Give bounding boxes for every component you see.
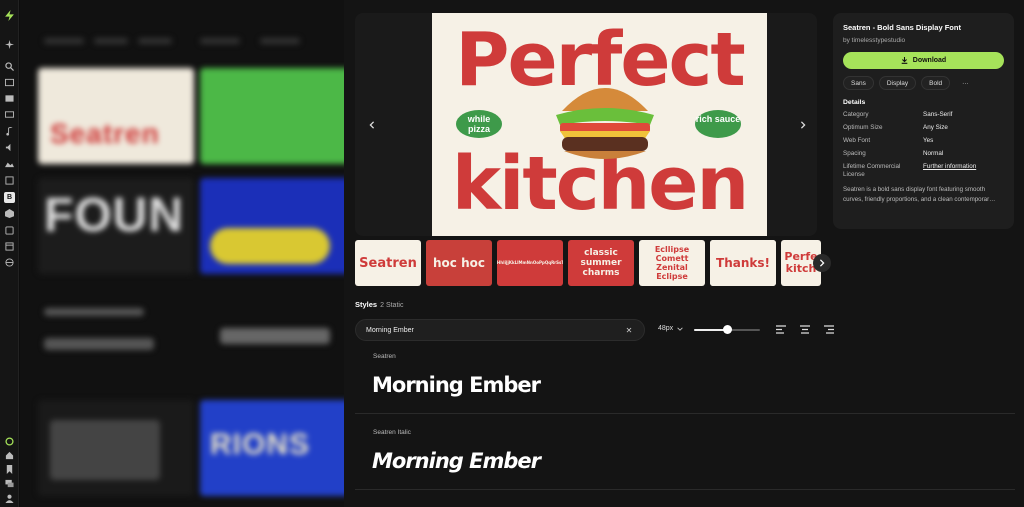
- status-ring-icon[interactable]: [4, 436, 15, 447]
- thumbnails-next-button[interactable]: [813, 254, 831, 272]
- video-icon[interactable]: [4, 93, 15, 104]
- burger-illustration: [556, 88, 654, 159]
- home-icon[interactable]: [4, 450, 15, 461]
- detail-value: Sans-Serif: [923, 111, 953, 118]
- account-icon[interactable]: [4, 493, 15, 504]
- background-font-grid: Seatren FOUN RIONS: [20, 0, 344, 507]
- pill-left: while pizza: [456, 110, 502, 138]
- size-select[interactable]: 48px: [658, 325, 683, 332]
- bg-tile-text: FOUN: [44, 189, 184, 242]
- font-title: Seatren - Bold Sans Display Font: [843, 23, 961, 32]
- carousel-prev-button[interactable]: [365, 118, 379, 132]
- app-logo-icon[interactable]: [4, 10, 15, 21]
- preview-image: Perfect kitchen while pizza rich sauce: [432, 13, 767, 236]
- chevron-left-icon: [369, 121, 375, 129]
- presentation-icon[interactable]: [4, 175, 15, 186]
- size-slider[interactable]: [694, 325, 760, 334]
- align-center-icon: [799, 324, 810, 334]
- align-right-button[interactable]: [823, 324, 834, 334]
- detail-row: Spacing Normal: [843, 150, 1004, 158]
- style-sample: Morning Ember: [372, 449, 541, 473]
- thumbnail[interactable]: classic summer charms: [568, 240, 634, 286]
- bookmark-icon[interactable]: [4, 464, 15, 475]
- detail-key: Web Font: [843, 137, 871, 144]
- thumbnail[interactable]: hoc hoc: [426, 240, 492, 286]
- clear-icon[interactable]: ✕: [624, 325, 634, 335]
- detail-key: Lifetime Commercial License: [843, 163, 901, 178]
- align-center-button[interactable]: [799, 324, 810, 334]
- detail-row: Lifetime Commercial License Further infor…: [843, 163, 1004, 179]
- align-left-icon: [775, 324, 786, 334]
- detail-value: Normal: [923, 150, 944, 157]
- font-description: Seatren is a bold sans display font feat…: [843, 186, 996, 203]
- tag-sans[interactable]: Sans: [843, 76, 874, 90]
- size-slider-handle[interactable]: [723, 325, 732, 334]
- fonts-icon[interactable]: B: [4, 192, 15, 203]
- photo-icon[interactable]: [4, 77, 15, 88]
- music-icon[interactable]: [4, 126, 15, 137]
- font-author[interactable]: by timelesstypestudio: [843, 37, 1004, 44]
- add-ons-icon[interactable]: [4, 225, 15, 236]
- align-left-button[interactable]: [775, 324, 786, 334]
- style-row[interactable]: Seatren Morning Ember: [355, 346, 1015, 414]
- pill-right: rich sauce: [695, 110, 741, 138]
- font-info-panel: Seatren - Bold Sans Display Font by time…: [833, 13, 1014, 229]
- app-window: B Seatren FOUN RIONS Perfect kitchen whi…: [0, 0, 1024, 507]
- tag-bold[interactable]: Bold: [921, 76, 951, 90]
- left-sidebar: B: [0, 0, 19, 507]
- web-templates-icon[interactable]: [4, 241, 15, 252]
- tag-list: Sans Display Bold ···: [843, 76, 1004, 90]
- align-right-icon: [823, 324, 834, 334]
- styles-heading: Styles: [355, 300, 378, 309]
- bg-tile-text: Seatren: [50, 118, 160, 149]
- chat-icon[interactable]: [4, 478, 15, 489]
- chevron-right-icon: [819, 259, 825, 267]
- graphics-icon[interactable]: [4, 158, 15, 169]
- preview-text-value[interactable]: Morning Ember: [366, 327, 624, 334]
- download-label: Download: [912, 57, 947, 64]
- more-tags-button[interactable]: ···: [955, 76, 976, 90]
- detail-row: Optimum Size Any Size: [843, 124, 1004, 132]
- chevron-right-icon: [800, 121, 806, 129]
- 3d-icon[interactable]: [4, 208, 15, 219]
- details-list: Category Sans-Serif Optimum Size Any Size …: [843, 111, 1004, 179]
- template-icon[interactable]: [4, 109, 15, 120]
- thumbnail[interactable]: Ecllipse Comett Zenital Eclipse: [639, 240, 705, 286]
- styles-header: Styles 2 Static: [355, 300, 403, 309]
- detail-value: Any Size: [923, 124, 948, 131]
- thumbnail[interactable]: Seatren: [355, 240, 421, 286]
- thumbnail[interactable]: AaBbCcDdEeFfGgHhIiJjKkLlMmNnOoPpQqRrSsTt…: [497, 240, 563, 286]
- carousel-next-button[interactable]: [796, 118, 810, 132]
- download-button[interactable]: Download: [843, 52, 1004, 69]
- chevron-down-icon: [677, 327, 683, 331]
- thumbnail[interactable]: Thanks!: [710, 240, 776, 286]
- further-information-link[interactable]: Further information: [923, 163, 1004, 179]
- detail-key: Optimum Size: [843, 124, 883, 131]
- style-name: Seatren Italic: [373, 429, 411, 436]
- thumbnail-strip: Seatren hoc hoc AaBbCcDdEeFfGgHhIiJjKkLl…: [355, 240, 835, 286]
- style-name: Seatren: [373, 353, 396, 360]
- detail-key: Spacing: [843, 150, 866, 157]
- detail-row: Web Font Yes: [843, 137, 1004, 145]
- tag-display[interactable]: Display: [878, 76, 917, 90]
- sound-effects-icon[interactable]: [4, 142, 15, 153]
- detail-value: Yes: [923, 137, 934, 144]
- styles-count: 2 Static: [380, 302, 404, 309]
- detail-row: Category Sans-Serif: [843, 111, 1004, 119]
- bg-tile-text: RIONS: [210, 428, 311, 461]
- font-detail-modal: Perfect kitchen while pizza rich sauce S…: [344, 0, 1024, 507]
- detail-key: Category: [843, 111, 869, 118]
- globe-icon[interactable]: [4, 257, 15, 268]
- preview-text-input[interactable]: Morning Ember ✕: [355, 319, 645, 341]
- search-icon[interactable]: [4, 61, 15, 72]
- style-sample: Morning Ember: [372, 373, 541, 397]
- download-icon: [901, 57, 908, 64]
- size-label: 48px: [658, 325, 674, 332]
- preview-carousel: Perfect kitchen while pizza rich sauce: [355, 13, 817, 236]
- details-heading: Details: [843, 99, 866, 106]
- sparkle-icon[interactable]: [4, 39, 15, 50]
- style-row[interactable]: Seatren Italic Morning Ember: [355, 422, 1015, 490]
